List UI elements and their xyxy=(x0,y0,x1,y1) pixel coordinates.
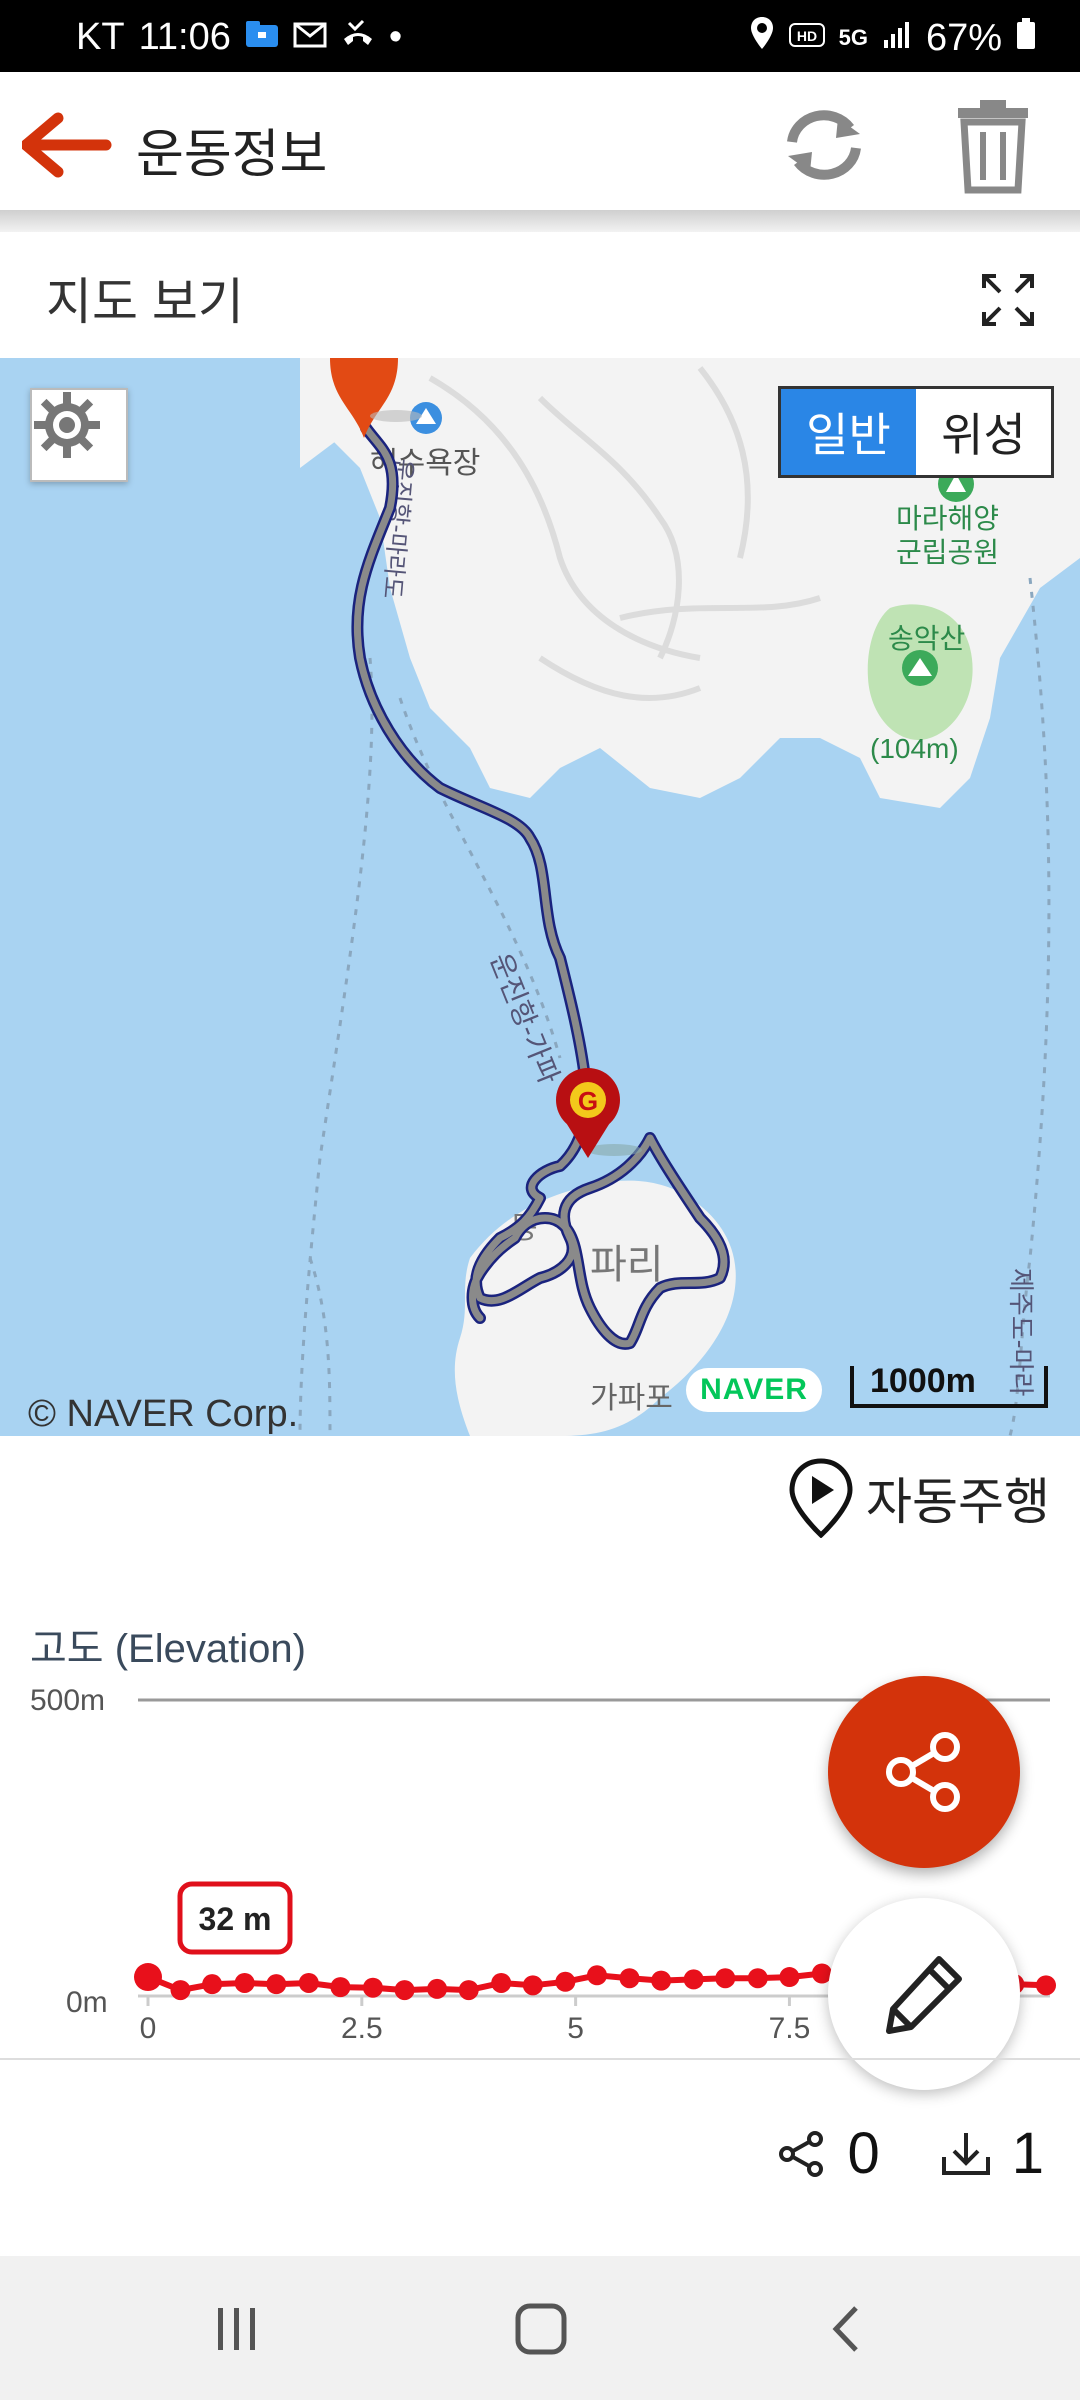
x-tick-label: 2.5 xyxy=(341,2012,383,2045)
trash-icon xyxy=(958,100,1028,194)
gear-icon xyxy=(34,392,100,458)
elevation-point[interactable] xyxy=(234,1972,255,1993)
app-bar: 운동정보 xyxy=(0,72,1080,210)
back-arrow-icon xyxy=(20,112,112,178)
map-type-satellite[interactable]: 위성 xyxy=(916,389,1051,475)
edit-fab[interactable] xyxy=(828,1898,1020,2090)
elevation-title: 고도 (Elevation) xyxy=(30,1627,306,1671)
home-button[interactable] xyxy=(512,2300,570,2358)
y-tick-label: 0m xyxy=(66,1986,108,2019)
elevation-point[interactable] xyxy=(555,1971,576,1992)
share-fab[interactable] xyxy=(828,1676,1020,1868)
x-tick-label: 5 xyxy=(567,2012,584,2045)
svg-text:HD: HD xyxy=(796,28,816,44)
elevation-point[interactable] xyxy=(298,1972,319,1993)
map-type-normal[interactable]: 일반 xyxy=(781,389,916,475)
back-button[interactable] xyxy=(20,112,112,178)
share-icon xyxy=(886,1732,960,1812)
goal-marker-icon[interactable]: G xyxy=(556,1068,642,1158)
map-section-title: 지도 보기 xyxy=(46,274,244,330)
share-count-icon[interactable] xyxy=(777,2129,827,2179)
content-divider xyxy=(0,2058,1080,2060)
y-tick-label: 500m xyxy=(30,1684,105,1717)
elevation-point[interactable] xyxy=(134,1963,162,1992)
signal-icon xyxy=(882,17,912,60)
page-title: 운동정보 xyxy=(136,126,328,184)
download-count-icon[interactable] xyxy=(940,2129,992,2179)
park-label-2: 군립공원 xyxy=(896,537,999,568)
elevation-point[interactable] xyxy=(522,1975,543,1996)
status-bar: KT 11:06 • HD 5G 67% xyxy=(0,0,1080,72)
map-settings-button[interactable] xyxy=(30,388,128,482)
elevation-point[interactable] xyxy=(427,1978,448,1999)
stats-row: 0 1 xyxy=(777,2120,1044,2187)
mountain-height-label: (104m) xyxy=(870,733,959,764)
download-count: 1 xyxy=(1011,2121,1044,2186)
autodrive-label: 자동주행 xyxy=(866,1474,1050,1530)
elevation-point[interactable] xyxy=(170,1980,191,2001)
ferry-route-label: 운진항-가파 xyxy=(484,949,564,1089)
elevation-point[interactable] xyxy=(747,1968,768,1989)
notification-dot: • xyxy=(388,16,403,58)
x-tick-label: 0 xyxy=(140,2012,157,2045)
elevation-point[interactable] xyxy=(1036,1975,1056,1996)
hd-voice-icon: HD xyxy=(788,17,825,60)
island-label: 파리 xyxy=(590,1243,664,1287)
elevation-point[interactable] xyxy=(715,1968,736,1989)
app-bar-divider xyxy=(0,210,1080,232)
refresh-icon xyxy=(787,110,861,180)
elevation-point[interactable] xyxy=(651,1970,672,1991)
elevation-point[interactable] xyxy=(394,1980,415,2001)
elevation-point[interactable] xyxy=(202,1974,223,1995)
map-canvas: 해수욕장 송악산 (104m) 마라해양 군립공원 파리 가파포 동 운진항-가… xyxy=(298,358,1080,1436)
battery-label: 67% xyxy=(925,16,1002,59)
port-label: 가파포 xyxy=(590,1382,673,1415)
delete-button[interactable] xyxy=(956,98,1030,194)
map-type-toggle: 일반 위성 xyxy=(778,386,1054,478)
play-pin-icon xyxy=(789,1458,853,1538)
back-chevron-icon xyxy=(832,2306,858,2352)
map-section-header: 지도 보기 xyxy=(0,232,1080,358)
mountain-label: 송악산 xyxy=(888,623,965,654)
refresh-button[interactable] xyxy=(778,106,870,184)
home-icon xyxy=(515,2303,567,2355)
back-nav-button[interactable] xyxy=(822,2302,872,2356)
fullscreen-icon xyxy=(982,274,1034,326)
elevation-point[interactable] xyxy=(491,1972,512,1993)
missed-call-icon xyxy=(341,16,375,59)
elevation-point[interactable] xyxy=(779,1967,800,1988)
map-scale-label: 1000m xyxy=(870,1362,976,1400)
naver-logo: NAVER xyxy=(686,1368,822,1412)
recent-apps-icon xyxy=(218,2308,255,2350)
elevation-point[interactable] xyxy=(458,1980,479,2001)
map-copyright: © NAVER Corp. xyxy=(28,1393,299,1435)
elevation-point[interactable] xyxy=(266,1974,287,1995)
battery-icon xyxy=(1016,17,1036,60)
svg-text:G: G xyxy=(578,1086,598,1116)
x-tick-label: 7.5 xyxy=(769,2012,811,2045)
network-type: 5G xyxy=(838,25,868,50)
location-icon xyxy=(749,16,775,60)
carrier-label: KT xyxy=(76,16,125,58)
elevation-point[interactable] xyxy=(330,1977,351,1998)
map-view[interactable]: 해수욕장 송악산 (104m) 마라해양 군립공원 파리 가파포 동 운진항-가… xyxy=(0,358,1080,1436)
elevation-point[interactable] xyxy=(683,1969,704,1990)
time-label: 11:06 xyxy=(138,16,231,58)
elevation-point[interactable] xyxy=(619,1968,640,1989)
autodrive-button[interactable]: 자동주행 xyxy=(788,1458,1050,1538)
mail-icon xyxy=(293,16,327,59)
folder-icon xyxy=(245,16,279,59)
elevation-tooltip: 32 m xyxy=(177,1881,293,1955)
elevation-point[interactable] xyxy=(587,1965,607,1986)
elevation-tooltip-label: 32 m xyxy=(199,1901,272,1937)
recent-apps-button[interactable] xyxy=(210,2302,264,2356)
fullscreen-button[interactable] xyxy=(982,274,1034,326)
elevation-point[interactable] xyxy=(362,1977,383,1998)
system-nav-bar xyxy=(0,2256,1080,2400)
share-count: 0 xyxy=(847,2121,880,2186)
pencil-icon xyxy=(886,1956,962,2034)
park-label-1: 마라해양 xyxy=(896,503,999,534)
mountain-icon xyxy=(902,650,938,686)
